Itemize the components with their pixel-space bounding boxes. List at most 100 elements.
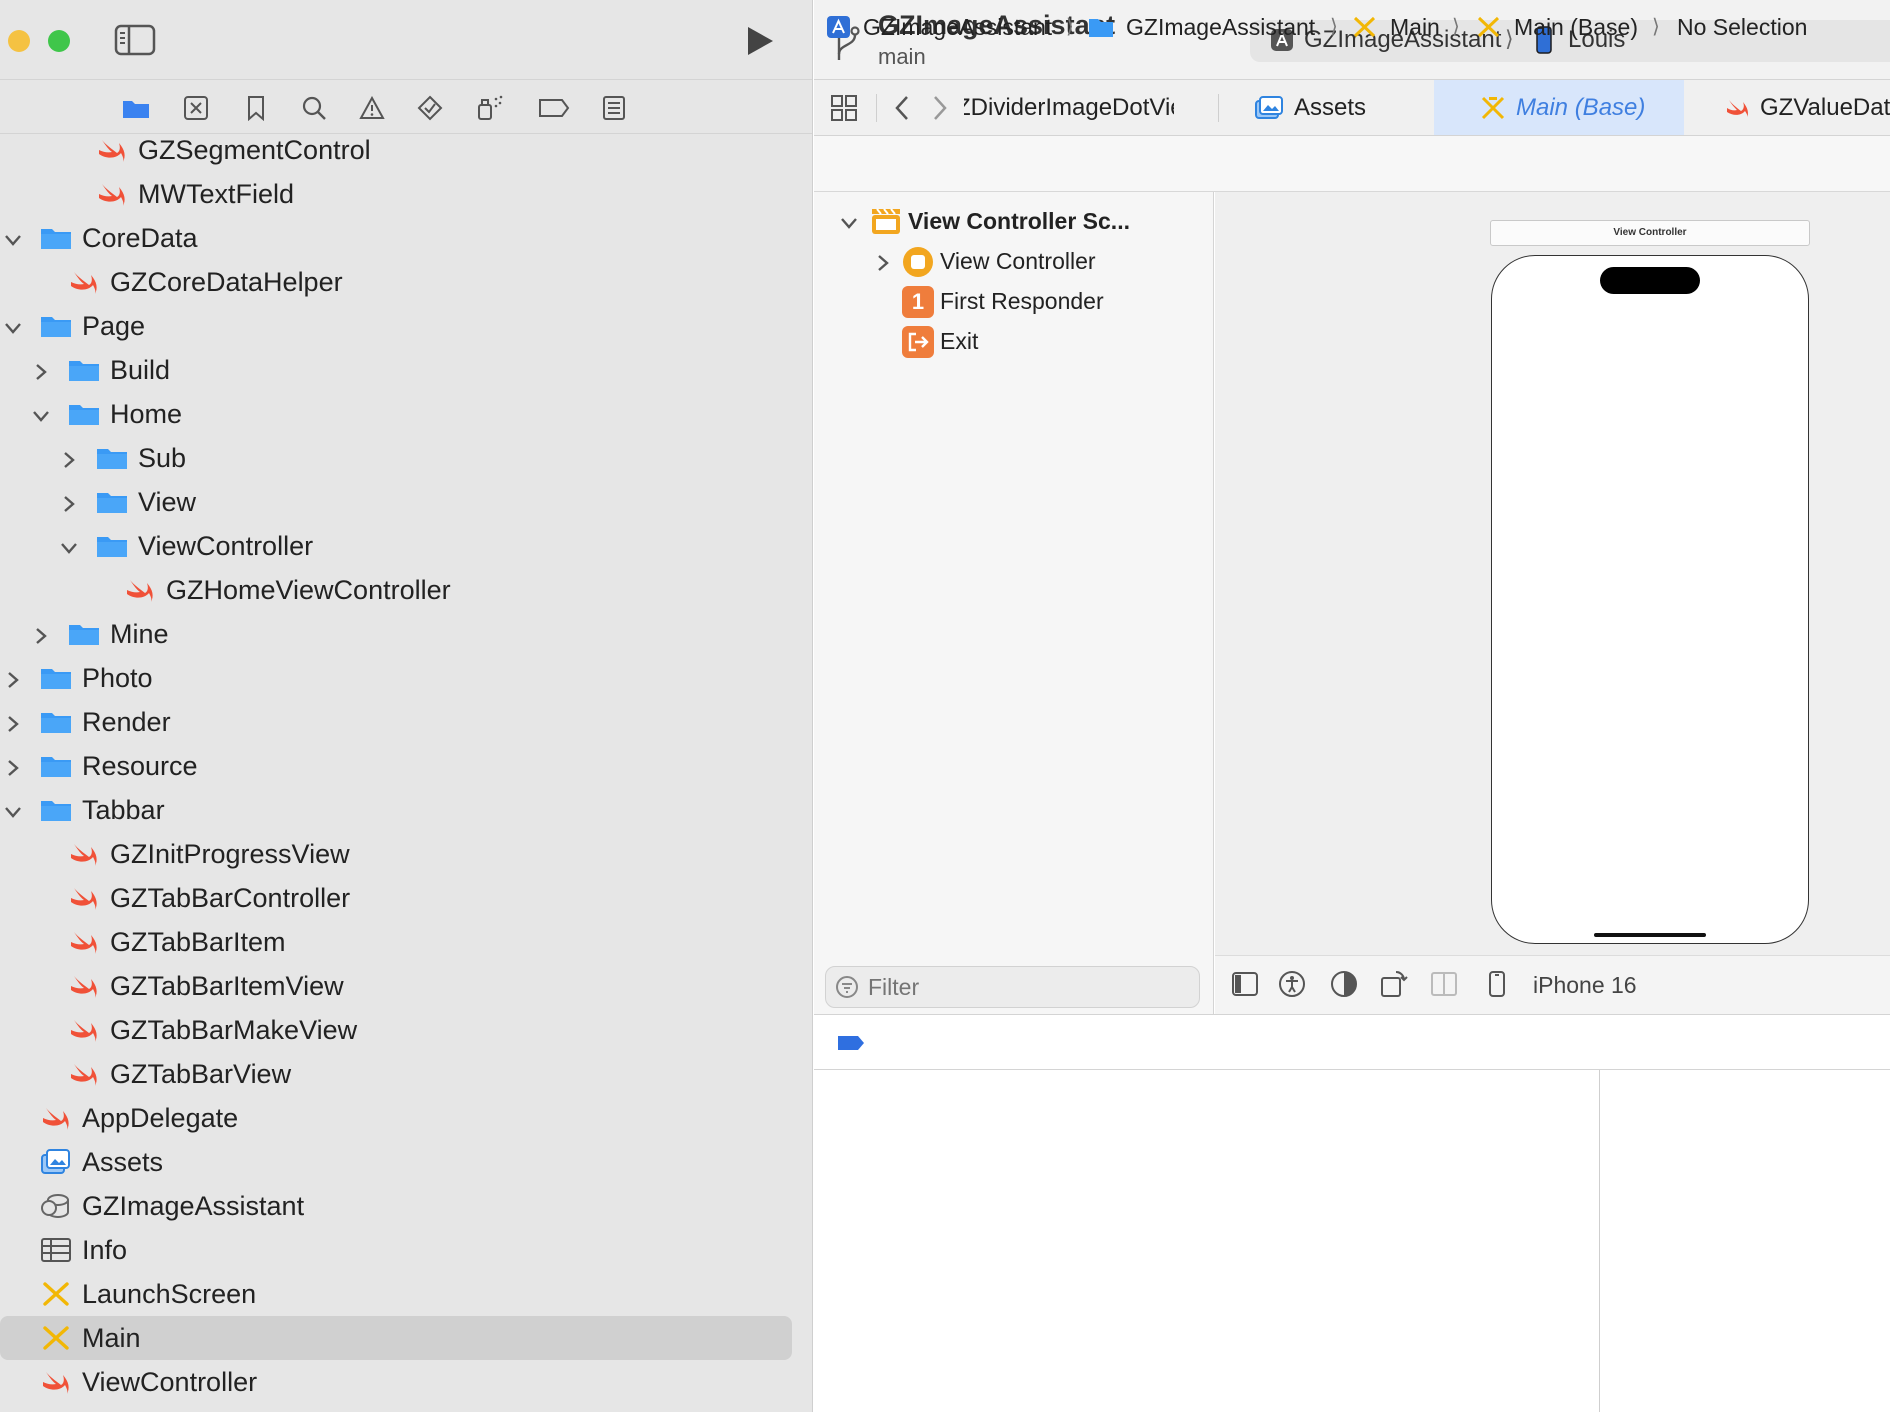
jumpbar-group[interactable]: GZImageAssistant xyxy=(1126,14,1315,41)
chevron-right-icon[interactable] xyxy=(930,94,950,122)
tab-value-data[interactable]: GZValueDat xyxy=(1724,80,1890,135)
navigator-item-build[interactable]: Build xyxy=(0,348,812,392)
filter-input[interactable] xyxy=(866,970,1186,1004)
chevron-down-icon[interactable] xyxy=(2,315,24,337)
chevron-down-icon[interactable] xyxy=(30,403,52,425)
navigator-item-mwtextfield[interactable]: MWTextField xyxy=(0,172,812,216)
navigator-item-view[interactable]: View xyxy=(0,480,812,524)
chevron-right-icon[interactable] xyxy=(58,447,80,469)
accessibility-icon[interactable] xyxy=(1278,970,1306,998)
navigator-item-sub[interactable]: Sub xyxy=(0,436,812,480)
appearance-icon[interactable] xyxy=(1330,970,1358,998)
window-close-button[interactable] xyxy=(8,30,30,52)
folder-icon xyxy=(40,796,72,824)
navigator-item-gzinitprogressview[interactable]: GZInitProgressView xyxy=(0,832,812,876)
sidebar-toggle-icon[interactable] xyxy=(114,24,156,56)
chevron-right-icon[interactable] xyxy=(2,667,24,689)
navigator-item-viewcontroller[interactable]: ViewController xyxy=(0,524,812,568)
chevron-right-icon[interactable] xyxy=(30,359,52,381)
tab-divider xyxy=(1218,94,1219,122)
coredata-model-icon xyxy=(40,1192,72,1220)
xcode-project-icon xyxy=(827,16,850,38)
split-layout-icon[interactable] xyxy=(1430,970,1458,998)
navigator-item-appdelegate[interactable]: AppDelegate xyxy=(0,1096,812,1140)
source-control-navigator-tab[interactable] xyxy=(180,93,212,123)
chevron-right-icon[interactable] xyxy=(58,491,80,513)
navigator-item-assets[interactable]: Assets xyxy=(0,1140,812,1184)
chevron-down-icon[interactable] xyxy=(838,212,860,234)
console-view[interactable] xyxy=(1600,1070,1890,1412)
swift-file-icon xyxy=(124,576,156,604)
chevron-left-icon[interactable] xyxy=(892,94,912,122)
navigator-item-label: GZTabBarView xyxy=(110,1058,292,1089)
device-config-label[interactable]: iPhone 16 xyxy=(1533,972,1637,999)
breakpoint-toggle-icon[interactable] xyxy=(836,1034,866,1052)
tab-assets[interactable]: Assets xyxy=(1254,80,1434,135)
jumpbar-file[interactable]: Main xyxy=(1390,14,1440,41)
navigator-item-viewcontroller[interactable]: ViewController xyxy=(0,1360,812,1404)
folder-icon xyxy=(96,488,128,516)
jump-bar xyxy=(814,136,1890,192)
navigator-item-gztabbarcontroller[interactable]: GZTabBarController xyxy=(0,876,812,920)
navigator-item-gzhomeviewcontroller[interactable]: GZHomeViewController xyxy=(0,568,812,612)
jumpbar-project[interactable]: GZImageAssistant xyxy=(863,14,1052,41)
test-navigator-tab[interactable] xyxy=(414,93,446,123)
navigator-item-gzimageassistant[interactable]: GZImageAssistant xyxy=(0,1184,812,1228)
exit-icon xyxy=(902,326,934,358)
outline-scene[interactable]: View Controller Sc... xyxy=(908,208,1130,235)
tab-main-base[interactable]: Main (Base) xyxy=(1434,80,1684,135)
grid-icon[interactable] xyxy=(830,94,858,122)
navigator-item-photo[interactable]: Photo xyxy=(0,656,812,700)
variables-view[interactable] xyxy=(814,1070,1600,1412)
window-zoom-button[interactable] xyxy=(48,30,70,52)
issue-navigator-tab[interactable] xyxy=(356,93,388,123)
chevron-down-icon[interactable] xyxy=(2,799,24,821)
breakpoint-icon xyxy=(539,99,570,117)
storyboard-icon xyxy=(40,1324,72,1352)
tab-divider-image-dot-view[interactable]: ZDividerImageDotView xyxy=(964,80,1174,135)
storyboard-icon xyxy=(1481,96,1505,120)
scene-title-bar[interactable]: View Controller xyxy=(1490,220,1810,246)
report-navigator-tab[interactable] xyxy=(598,93,630,123)
jumpbar-localization[interactable]: Main (Base) xyxy=(1514,14,1638,41)
navigator-item-gztabbaritemview[interactable]: GZTabBarItemView xyxy=(0,964,812,1008)
navigator-item-label: LaunchScreen xyxy=(82,1278,257,1309)
device-icon[interactable] xyxy=(1483,970,1511,998)
navigator-item-mine[interactable]: Mine xyxy=(0,612,812,656)
navigator-item-coredata[interactable]: CoreData xyxy=(0,216,812,260)
chevron-down-icon[interactable] xyxy=(2,227,24,249)
toggle-outline-icon[interactable] xyxy=(1231,970,1259,998)
navigator-item-tabbar[interactable]: Tabbar xyxy=(0,788,812,832)
navigator-item-gzcoredatahelper[interactable]: GZCoreDataHelper xyxy=(0,260,812,304)
chevron-right-icon[interactable] xyxy=(2,755,24,777)
swift-file-icon xyxy=(68,840,100,868)
outline-first-responder[interactable]: First Responder xyxy=(940,288,1104,315)
debug-navigator-tab[interactable] xyxy=(474,93,506,123)
navigator-item-resource[interactable]: Resource xyxy=(0,744,812,788)
navigator-item-home[interactable]: Home xyxy=(0,392,812,436)
navigator-item-gzsegmentcontrol[interactable]: GZSegmentControl xyxy=(0,128,812,172)
navigator-item-gztabbarmakeview[interactable]: GZTabBarMakeView xyxy=(0,1008,812,1052)
navigator-item-launchscreen[interactable]: LaunchScreen xyxy=(0,1272,812,1316)
run-button[interactable] xyxy=(742,24,776,58)
chevron-right-icon[interactable] xyxy=(30,623,52,645)
orientation-icon[interactable] xyxy=(1380,970,1408,998)
chevron-right-icon[interactable] xyxy=(872,252,894,274)
navigator-item-info[interactable]: Info xyxy=(0,1228,812,1272)
iphone-frame[interactable] xyxy=(1491,255,1809,944)
find-navigator-tab[interactable] xyxy=(298,93,330,123)
chevron-right-icon[interactable] xyxy=(2,711,24,733)
breakpoint-navigator-tab[interactable] xyxy=(538,93,570,123)
navigator-item-gztabbaritem[interactable]: GZTabBarItem xyxy=(0,920,812,964)
navigator-item-gztabbarview[interactable]: GZTabBarView xyxy=(0,1052,812,1096)
jumpbar-selection[interactable]: No Selection xyxy=(1677,14,1807,41)
bookmark-navigator-tab[interactable] xyxy=(240,93,272,123)
navigator-item-label: CoreData xyxy=(82,222,198,253)
outline-view-controller[interactable]: View Controller xyxy=(940,248,1096,275)
project-navigator-tab[interactable] xyxy=(120,93,152,123)
navigator-item-render[interactable]: Render xyxy=(0,700,812,744)
navigator-item-page[interactable]: Page xyxy=(0,304,812,348)
chevron-down-icon[interactable] xyxy=(58,535,80,557)
outline-exit[interactable]: Exit xyxy=(940,328,978,355)
navigator-item-main[interactable]: Main xyxy=(0,1316,792,1360)
